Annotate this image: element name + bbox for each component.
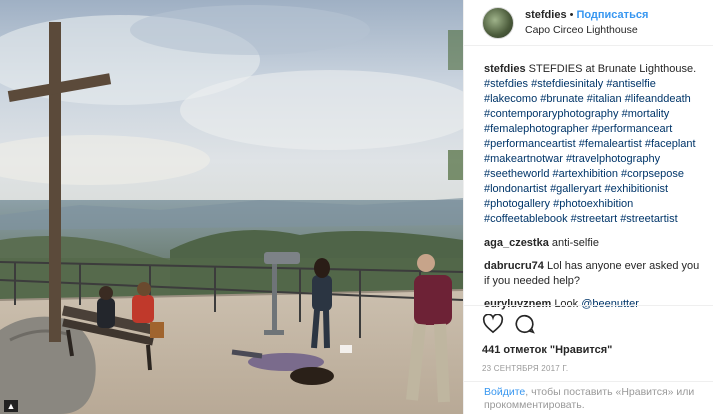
hashtag-link[interactable]: #seetheworld	[484, 168, 549, 180]
hashtag-link[interactable]: #streetart	[571, 213, 617, 225]
avatar[interactable]	[482, 6, 514, 39]
caption: stefdies STEFDIES at Brunate Lighthouse.…	[484, 62, 703, 227]
hashtag-link[interactable]: #femalephotographer	[484, 123, 589, 135]
hashtag-link[interactable]: #faceplant	[645, 138, 696, 150]
hashtag-link[interactable]: #stefdiesinitaly	[531, 78, 603, 90]
location-link[interactable]: Capo Circeo Lighthouse	[525, 23, 648, 38]
photo-scene	[0, 0, 463, 414]
hashtag-link[interactable]: #contemporaryphotography	[484, 108, 619, 120]
post-photo[interactable]: ▲	[0, 0, 463, 414]
hashtag-link[interactable]: #performanceartist	[484, 138, 576, 150]
hashtag-link[interactable]: #photogallery	[484, 198, 550, 210]
post-header: stefdies • Подписаться Capo Circeo Lightho…	[464, 0, 713, 46]
action-icons	[482, 312, 713, 336]
hashtag-link[interactable]: #performanceart	[592, 123, 673, 135]
hashtag-link[interactable]: #lifeanddeath	[625, 93, 691, 105]
caption-username[interactable]: stefdies	[484, 63, 526, 75]
hashtag-link[interactable]: #coffeetablebook	[484, 213, 568, 225]
caption-text: STEFDIES at Brunate Lighthouse.	[528, 63, 697, 75]
header-text: stefdies • Подписаться Capo Circeo Lightho…	[525, 8, 648, 38]
follow-button[interactable]: Подписаться	[576, 9, 648, 21]
header-separator: •	[569, 8, 574, 21]
hashtag-link[interactable]: #makeartnotwar	[484, 153, 563, 165]
comment-icon[interactable]	[514, 313, 536, 335]
comment-item: dabrucru74 Lol has anyone ever asked you…	[484, 259, 703, 289]
user-tag-icon[interactable]: ▲	[4, 400, 18, 412]
hashtag-link[interactable]: #brunate	[540, 93, 583, 105]
hashtag-link[interactable]: #stefdies	[484, 78, 528, 90]
author-username[interactable]: stefdies	[525, 9, 567, 21]
comment-item: aga_czestka anti-selfie	[484, 236, 703, 251]
comment-username[interactable]: dabrucru74	[484, 260, 544, 272]
hashtag-link[interactable]: #photoexhibition	[553, 198, 633, 210]
hashtag-link[interactable]: #travelphotography	[566, 153, 660, 165]
hashtag-link[interactable]: #antiselfie	[606, 78, 656, 90]
hashtag-link[interactable]: #londonartist	[484, 183, 547, 195]
hashtag-link[interactable]: #lakecomo	[484, 93, 537, 105]
post-date: 23 сентября 2017 г.	[482, 364, 569, 373]
hashtag-link[interactable]: #femaleartist	[579, 138, 642, 150]
caption-hashtags: #stefdies #stefdiesinitaly #antiselfie #…	[484, 78, 696, 225]
login-link[interactable]: Войдите	[484, 386, 525, 398]
comment-text: anti-selfie	[551, 237, 599, 249]
post-actions: 441 отметок "Нравится" 23 сентября 2017 …	[464, 305, 713, 373]
hashtag-link[interactable]: #artexhibition	[553, 168, 618, 180]
hashtag-link[interactable]: #galleryart	[550, 183, 601, 195]
likes-count[interactable]: 441 отметок "Нравится"	[482, 344, 713, 356]
comment-username[interactable]: aga_czestka	[484, 237, 549, 249]
hashtag-link[interactable]: #italian	[587, 93, 622, 105]
post-side-panel: stefdies • Подписаться Capo Circeo Lightho…	[463, 0, 713, 414]
comments-list[interactable]: stefdies STEFDIES at Brunate Lighthouse.…	[464, 46, 713, 310]
heart-icon[interactable]	[482, 314, 504, 334]
hashtag-link[interactable]: #exhibitionist	[604, 183, 668, 195]
hashtag-link[interactable]: #streetartist	[620, 213, 677, 225]
login-prompt: Войдите, чтобы поставить «Нравится» или …	[464, 381, 713, 414]
hashtag-link[interactable]: #mortality	[622, 108, 670, 120]
hashtag-link[interactable]: #corpsepose	[621, 168, 684, 180]
